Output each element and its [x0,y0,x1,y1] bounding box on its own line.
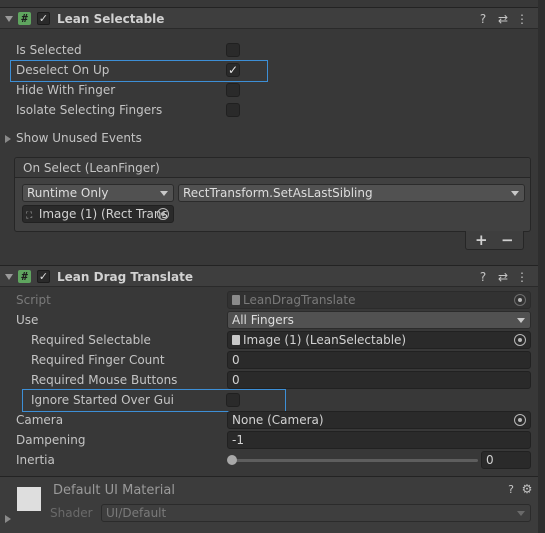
is-selected-label: Is Selected [16,43,82,57]
material-preview-swatch [17,487,41,511]
required-selectable-label: Required Selectable [31,333,151,347]
ignore-started-over-gui-checkbox[interactable] [226,393,240,407]
component-enabled-checkbox[interactable]: ✓ [37,12,50,25]
shader-dropdown: UI/Default [101,504,531,522]
inertia-input[interactable]: 0 [481,451,531,469]
object-picker-icon[interactable] [514,414,526,426]
function-dropdown[interactable]: RectTransform.SetAsLastSibling [178,184,525,202]
object-picker-icon [514,294,526,306]
inertia-slider-handle[interactable] [227,455,237,465]
required-mouse-buttons-label: Required Mouse Buttons [31,373,178,387]
required-finger-count-input[interactable]: 0 [227,351,531,369]
component-title: Lean Drag Translate [57,270,194,284]
remove-listener-button[interactable]: − [501,231,514,249]
script-file-icon [232,295,240,305]
chevron-down-icon [160,191,168,196]
checkmark-icon: ✓ [227,63,239,77]
script-icon: # [18,12,31,25]
deselect-on-up-checkbox[interactable]: ✓ [226,63,240,77]
lean-selectable-header[interactable]: # ✓ Lean Selectable ? ⇄ ⋮ [0,7,545,29]
isolate-selecting-fingers-checkbox[interactable] [226,103,240,117]
chevron-down-icon [517,511,525,516]
hide-with-finger-label: Hide With Finger [16,83,116,97]
use-value: All Fingers [232,313,294,327]
chevron-down-icon [517,318,525,323]
object-picker-icon[interactable] [157,208,169,220]
menu-icon[interactable]: ⋮ [516,271,528,283]
material-title: Default UI Material [53,483,175,498]
chevron-down-icon [511,191,519,196]
presets-icon[interactable]: ⇄ [497,13,509,25]
settings-gear-icon[interactable]: ⚙ [521,483,533,495]
show-unused-events-label[interactable]: Show Unused Events [16,131,142,145]
foldout-arrow-icon[interactable] [5,16,13,22]
foldout-right-icon[interactable] [5,515,11,523]
add-listener-button[interactable]: + [475,231,488,249]
script-field: LeanDragTranslate [227,291,531,309]
object-file-icon [232,335,240,345]
scrollbar-track[interactable] [538,0,545,533]
foldout-right-icon[interactable] [5,135,11,143]
use-label: Use [16,313,39,327]
runtime-mode-value: Runtime Only [27,186,109,200]
inertia-slider-track[interactable] [229,459,478,462]
required-selectable-field[interactable]: Image (1) (LeanSelectable) [227,331,531,349]
on-select-event-header: On Select (LeanFinger) [15,158,530,178]
component-enabled-checkbox[interactable]: ✓ [37,270,50,283]
is-selected-checkbox[interactable] [226,43,240,57]
hide-with-finger-checkbox[interactable] [226,83,240,97]
checkmark-icon: ✓ [38,270,49,283]
script-label: Script [16,293,51,307]
ignore-started-over-gui-label: Ignore Started Over Gui [31,393,175,407]
required-finger-count-label: Required Finger Count [31,353,165,367]
event-target-object-field[interactable]: ⛶ Image (1) (Rect Trans [22,205,174,223]
deselect-on-up-label: Deselect On Up [16,63,110,77]
inertia-label: Inertia [16,453,55,467]
function-value: RectTransform.SetAsLastSibling [183,186,373,200]
object-picker-icon[interactable] [514,334,526,346]
lean-drag-translate-header[interactable]: # ✓ Lean Drag Translate ? ⇄ ⋮ [0,265,545,287]
rect-transform-icon: ⛶ [26,211,33,221]
use-dropdown[interactable]: All Fingers [227,311,531,329]
camera-field[interactable]: None (Camera) [227,411,531,429]
help-icon[interactable]: ? [505,484,517,496]
component-title: Lean Selectable [57,12,165,26]
menu-icon[interactable]: ⋮ [516,13,528,25]
required-mouse-buttons-input[interactable]: 0 [227,371,531,389]
help-icon[interactable]: ? [477,271,489,283]
dampening-input[interactable]: -1 [227,431,531,449]
presets-icon[interactable]: ⇄ [497,271,509,283]
camera-value: None (Camera) [232,413,324,427]
event-target-object-value: Image (1) (Rect Trans [38,207,168,221]
isolate-selecting-fingers-label: Isolate Selecting Fingers [16,103,163,117]
required-selectable-value: Image (1) (LeanSelectable) [243,333,407,347]
foldout-arrow-icon[interactable] [5,274,13,280]
shader-label: Shader [50,506,93,520]
help-icon[interactable]: ? [477,13,489,25]
event-add-remove-bar: + − [465,231,524,250]
script-value: LeanDragTranslate [243,293,356,307]
checkmark-icon: ✓ [38,12,49,25]
dampening-label: Dampening [16,433,86,447]
script-icon: # [18,270,31,283]
runtime-mode-dropdown[interactable]: Runtime Only [22,184,174,202]
camera-label: Camera [16,413,64,427]
shader-value: UI/Default [106,506,167,520]
on-select-event-title: On Select (LeanFinger) [23,161,160,175]
